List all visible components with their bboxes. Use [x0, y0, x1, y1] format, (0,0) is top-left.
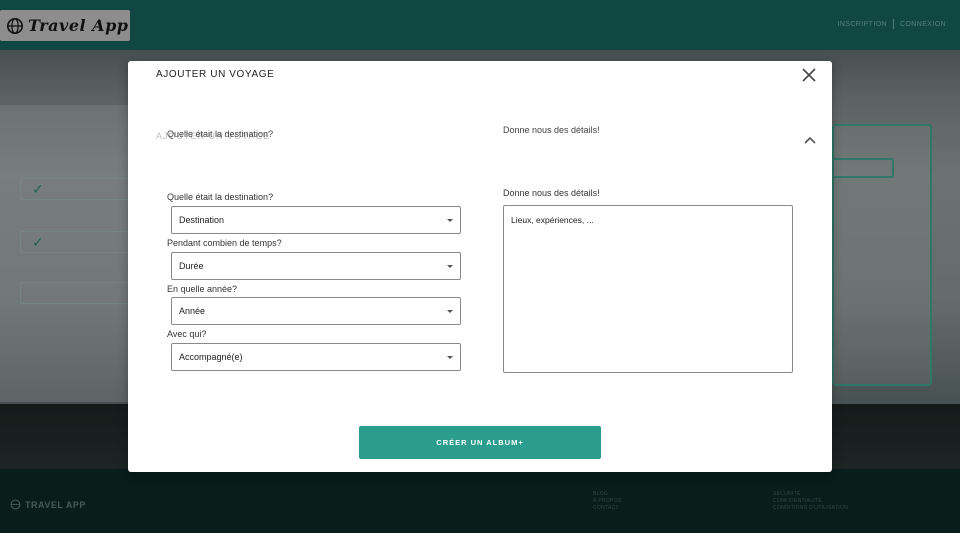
duration-label: Pendant combien de temps? [167, 238, 282, 248]
create-album-button[interactable]: CRÉER UN ALBUM+ [359, 426, 601, 459]
companion-value: Accompagné(e) [179, 352, 243, 362]
dropdown-caret-icon [447, 219, 453, 222]
ghost-question-label: Quelle était la destination? [167, 129, 274, 139]
year-select[interactable]: Année [171, 297, 461, 325]
duration-value: Durée [179, 261, 204, 271]
companion-select[interactable]: Accompagné(e) [171, 343, 461, 371]
destination-label: Quelle était la destination? [167, 192, 274, 202]
year-value: Année [179, 306, 206, 316]
chevron-up-icon[interactable] [803, 135, 817, 145]
ghost-details-label: Donne nous des détails! [503, 125, 600, 135]
dropdown-caret-icon [447, 356, 453, 359]
destination-value: Destination [179, 215, 225, 225]
companion-label: Avec qui? [167, 329, 207, 339]
close-icon[interactable] [801, 67, 817, 83]
details-textarea[interactable]: Lieux, expériences, ... [503, 205, 793, 373]
details-placeholder: Lieux, expériences, ... [511, 215, 594, 225]
dropdown-caret-icon [447, 265, 453, 268]
year-label: En quelle année? [167, 284, 238, 294]
duration-select[interactable]: Durée [171, 252, 461, 280]
dropdown-caret-icon [447, 310, 453, 313]
modal-title: AJOUTER UN VOYAGE [156, 69, 275, 80]
destination-select[interactable]: Destination [171, 206, 461, 234]
add-trip-modal: AJOUTER UN VOYAGE AJOUTER UN VOYAGE Quel… [128, 61, 832, 472]
details-label: Donne nous des détails! [503, 188, 600, 198]
